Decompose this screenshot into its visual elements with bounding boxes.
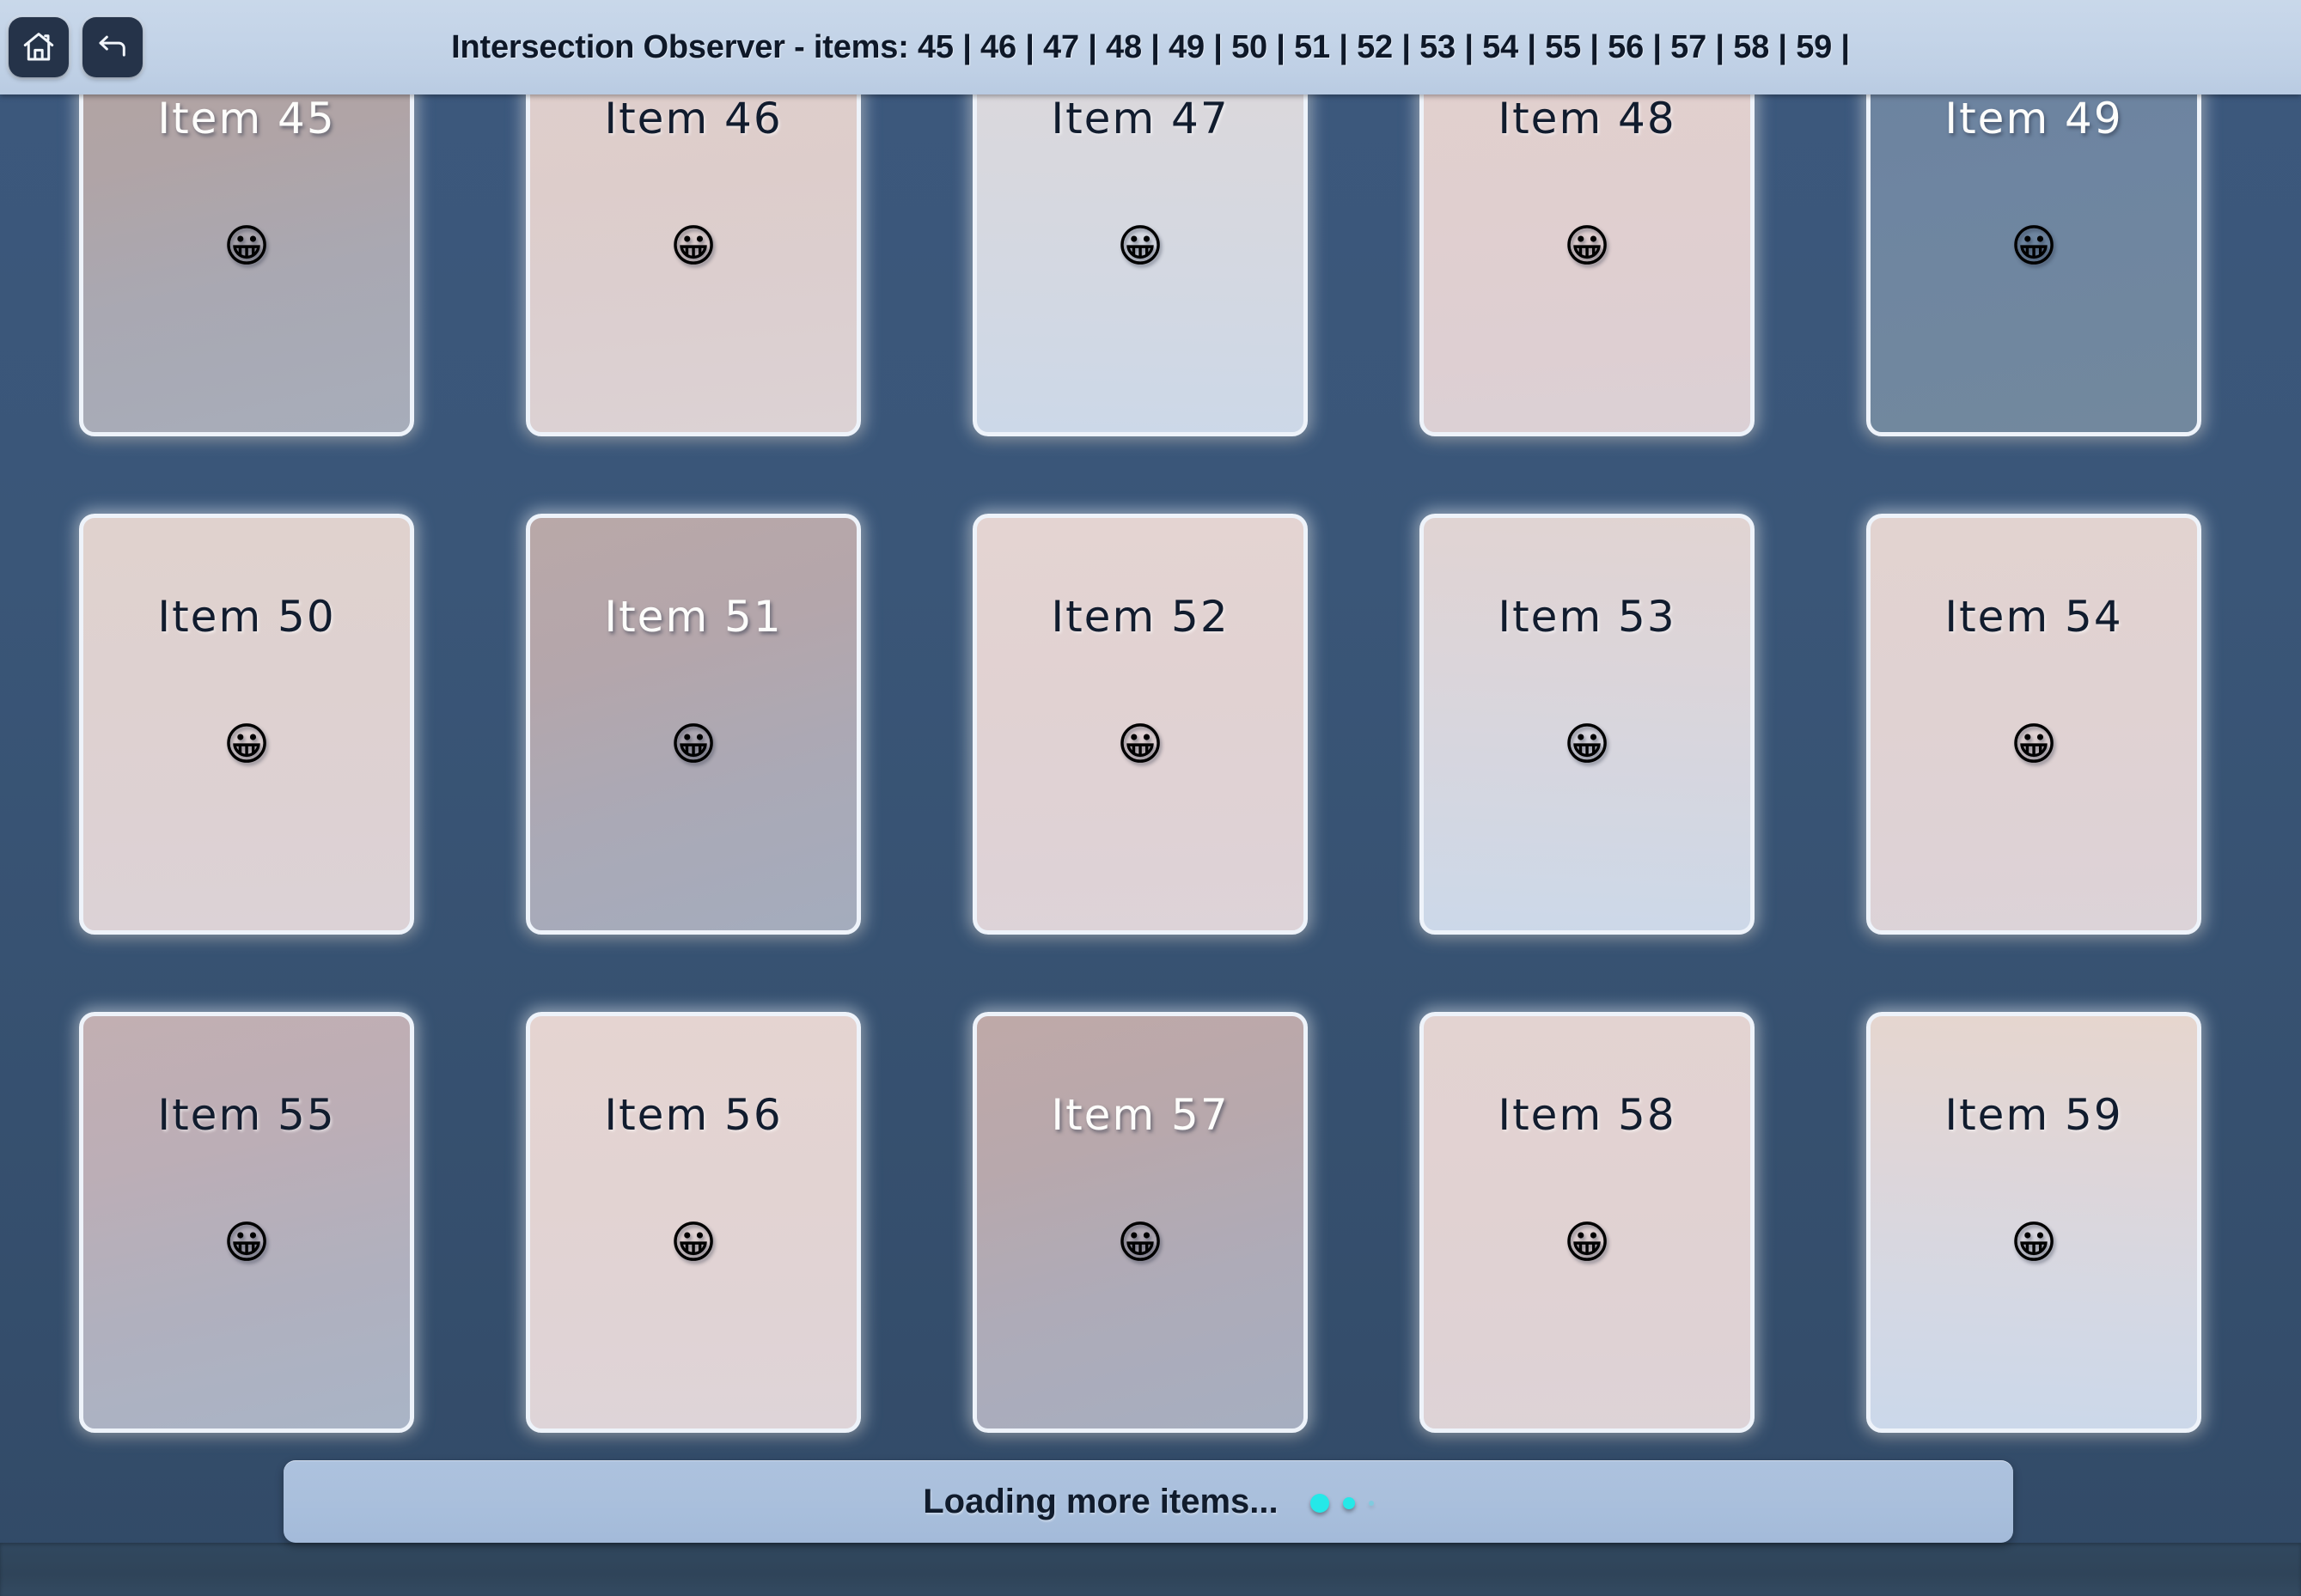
grinning-face-icon: 😀 <box>1116 719 1164 771</box>
item-card[interactable]: Item 58 😀 <box>1419 1012 1755 1433</box>
loading-dot-2 <box>1342 1496 1355 1509</box>
item-card-label: Item 53 <box>1498 592 1676 642</box>
grinning-face-icon: 😀 <box>223 221 271 272</box>
item-grid-inner: Item 45 😀 Item 46 😀 Item 47 😀 Item 48 😀 Item 49 😀… <box>79 15 2222 1433</box>
item-card[interactable]: Item 51 😀 <box>526 514 861 935</box>
item-card[interactable]: Item 54 😀 <box>1866 514 2201 935</box>
loading-dot-1 <box>1309 1493 1329 1513</box>
page-title-app: Intersection Observer - <box>451 28 805 65</box>
grinning-face-icon: 😀 <box>1563 221 1611 272</box>
item-card[interactable]: Item 52 😀 <box>973 514 1308 935</box>
loading-dots <box>1309 1493 1374 1513</box>
grinning-face-icon: 😀 <box>669 719 717 771</box>
item-card-label: Item 59 <box>1944 1090 2123 1140</box>
item-card-label: Item 51 <box>604 592 783 642</box>
grinning-face-icon: 😀 <box>2010 1217 2058 1269</box>
item-card-label: Item 46 <box>604 94 783 143</box>
item-card-label: Item 56 <box>604 1090 783 1140</box>
page-title: Intersection Observer - items: 45 | 46 |… <box>0 29 2301 66</box>
top-bar: Intersection Observer - items: 45 | 46 |… <box>0 0 2301 94</box>
grinning-face-icon: 😀 <box>1116 221 1164 272</box>
loading-more-indicator: Loading more items... <box>284 1460 2013 1543</box>
grinning-face-icon: 😀 <box>2010 221 2058 272</box>
loading-dot-3 <box>1368 1500 1374 1506</box>
item-card[interactable]: Item 55 😀 <box>79 1012 414 1433</box>
item-card-label: Item 54 <box>1944 592 2123 642</box>
item-card[interactable]: Item 53 😀 <box>1419 514 1755 935</box>
item-card-label: Item 48 <box>1498 94 1676 143</box>
item-card[interactable]: Item 50 😀 <box>79 514 414 935</box>
grinning-face-icon: 😀 <box>1116 1217 1164 1269</box>
item-card-label: Item 58 <box>1498 1090 1676 1140</box>
loading-label: Loading more items... <box>923 1482 1279 1520</box>
item-card-label: Item 45 <box>157 94 336 143</box>
item-card[interactable]: Item 59 😀 <box>1866 1012 2201 1433</box>
grinning-face-icon: 😀 <box>2010 719 2058 771</box>
page-title-items: items: 45 | 46 | 47 | 48 | 49 | 50 | 51 … <box>813 28 1850 65</box>
item-grid[interactable]: Item 45 😀 Item 46 😀 Item 47 😀 Item 48 😀 Item 49 😀… <box>0 15 2301 1596</box>
app-root: Intersection Observer - items: 45 | 46 |… <box>0 0 2301 1596</box>
grinning-face-icon: 😀 <box>223 719 271 771</box>
grinning-face-icon: 😀 <box>1563 1217 1611 1269</box>
item-card[interactable]: Item 57 😀 <box>973 1012 1308 1433</box>
item-card-label: Item 52 <box>1051 592 1230 642</box>
item-card-label: Item 49 <box>1944 94 2123 143</box>
item-card-label: Item 55 <box>157 1090 336 1140</box>
item-card-label: Item 57 <box>1051 1090 1230 1140</box>
grinning-face-icon: 😀 <box>669 1217 717 1269</box>
item-card-label: Item 50 <box>157 592 336 642</box>
loading-text-row: Loading more items... <box>923 1483 1374 1521</box>
grinning-face-icon: 😀 <box>669 221 717 272</box>
item-card-label: Item 47 <box>1051 94 1230 143</box>
grinning-face-icon: 😀 <box>1563 719 1611 771</box>
item-card[interactable]: Item 56 😀 <box>526 1012 861 1433</box>
grinning-face-icon: 😀 <box>223 1217 271 1269</box>
